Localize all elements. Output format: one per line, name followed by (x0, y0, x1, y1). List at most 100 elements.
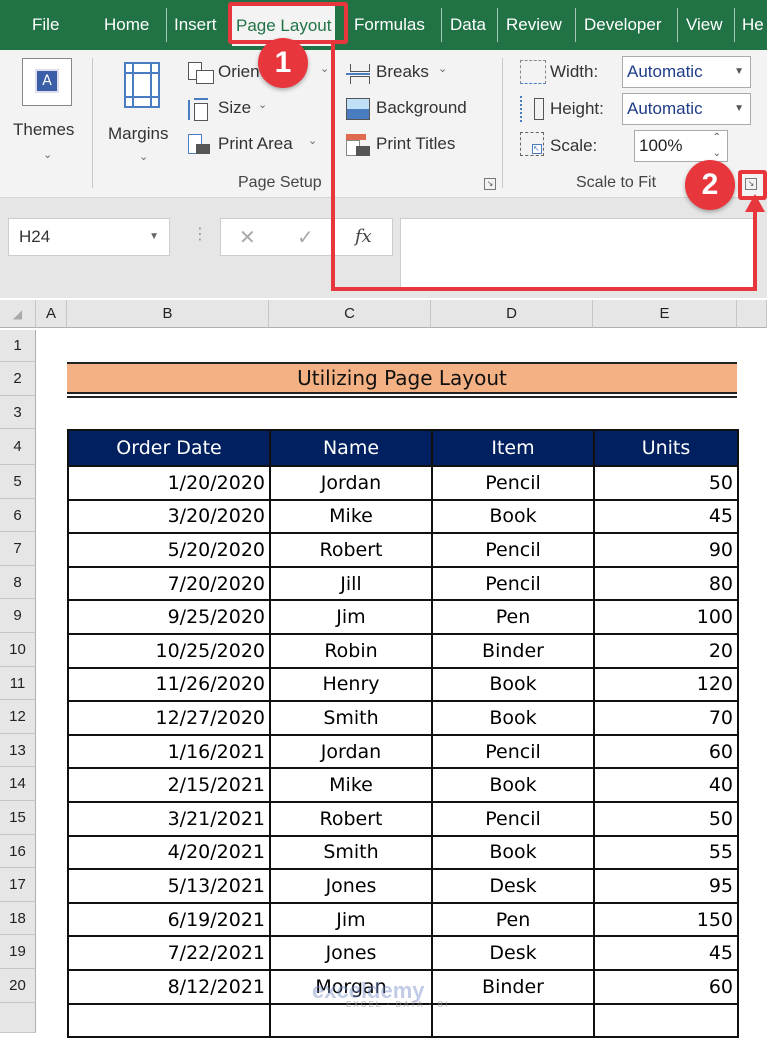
column-header-e[interactable]: E (593, 300, 737, 328)
cell-item[interactable]: Book (431, 700, 595, 736)
tab-data[interactable]: Data (450, 0, 486, 50)
row-header[interactable]: 8 (0, 565, 36, 600)
cell-order-date[interactable]: 11/26/2020 (67, 666, 271, 703)
row-header[interactable]: 14 (0, 767, 36, 801)
cell-units[interactable]: 120 (593, 666, 739, 703)
cell-order-date[interactable]: 6/19/2021 (67, 901, 271, 938)
cell-order-date[interactable]: 4/20/2021 (67, 834, 271, 871)
cell-name[interactable]: Smith (269, 700, 433, 736)
column-header-b[interactable]: B (67, 300, 269, 328)
header-name[interactable]: Name (269, 429, 433, 467)
cell-order-date[interactable]: 12/27/2020 (67, 700, 271, 736)
row-header[interactable]: 17 (0, 868, 36, 902)
cell-item[interactable]: Book (431, 767, 595, 803)
cell-units[interactable]: 60 (593, 968, 739, 1005)
cell-units[interactable]: 90 (593, 532, 739, 568)
tab-formulas[interactable]: Formulas (354, 0, 425, 50)
select-all-corner[interactable]: ◢ (0, 300, 36, 328)
enter-icon[interactable]: ✓ (297, 225, 314, 249)
empty-cell[interactable] (67, 1002, 271, 1038)
cell-name[interactable]: Jim (269, 901, 433, 938)
cell-order-date[interactable]: 10/25/2020 (67, 632, 271, 669)
cell-units[interactable]: 60 (593, 733, 739, 770)
cell-item[interactable]: Pencil (431, 800, 595, 837)
row-header[interactable] (0, 1002, 36, 1033)
cell-units[interactable]: 45 (593, 935, 739, 971)
tab-review[interactable]: Review (506, 0, 562, 50)
margins-button[interactable]: Margins ⌄ (104, 56, 182, 176)
cell-order-date[interactable]: 2/15/2021 (67, 767, 271, 803)
row-header[interactable]: 16 (0, 834, 36, 869)
cell-name[interactable]: Jones (269, 868, 433, 904)
cell-name[interactable]: Mike (269, 498, 433, 535)
cell-item[interactable]: Book (431, 498, 595, 535)
cell-item[interactable]: Binder (431, 632, 595, 669)
cell-item[interactable]: Pen (431, 901, 595, 938)
cell-units[interactable]: 95 (593, 868, 739, 904)
cell-units[interactable]: 45 (593, 498, 739, 535)
cell-name[interactable]: Jordan (269, 465, 433, 501)
cell-units[interactable]: 150 (593, 901, 739, 938)
cell-item[interactable]: Binder (431, 968, 595, 1005)
cell-item[interactable]: Desk (431, 868, 595, 904)
cell-name[interactable]: Robert (269, 532, 433, 568)
empty-cell[interactable] (431, 1002, 595, 1038)
row-header[interactable]: 5 (0, 465, 36, 499)
themes-button[interactable]: A Themes ⌄ (8, 56, 86, 176)
row-header[interactable]: 19 (0, 935, 36, 969)
cell-order-date[interactable]: 9/25/2020 (67, 599, 271, 635)
column-header-f[interactable] (737, 300, 767, 328)
row-header[interactable]: 13 (0, 733, 36, 768)
cell-order-date[interactable]: 7/20/2020 (67, 565, 271, 602)
cell-name[interactable]: Jill (269, 565, 433, 602)
breaks-button[interactable]: Breaks ⌄ (346, 60, 456, 88)
cell-name[interactable]: Smith (269, 834, 433, 871)
formula-input[interactable] (400, 218, 755, 290)
row-header[interactable]: 18 (0, 901, 36, 936)
row-header[interactable]: 1 (0, 330, 36, 362)
column-header-c[interactable]: C (269, 300, 431, 328)
cell-item[interactable]: Desk (431, 935, 595, 971)
row-header[interactable]: 20 (0, 969, 36, 1003)
print-area-button[interactable]: Print Area ⌄ (186, 132, 326, 160)
empty-cell[interactable] (593, 1002, 739, 1038)
cell-units[interactable]: 50 (593, 465, 739, 501)
cancel-icon[interactable]: ✕ (239, 225, 256, 249)
drag-handle-icon[interactable]: ⋮ (192, 224, 208, 243)
cell-units[interactable]: 40 (593, 767, 739, 803)
cell-name[interactable]: Jones (269, 935, 433, 971)
cell-order-date[interactable]: 7/22/2021 (67, 935, 271, 971)
cell-units[interactable]: 70 (593, 700, 739, 736)
cell-item[interactable]: Book (431, 666, 595, 703)
cell-name[interactable]: Jordan (269, 733, 433, 770)
cell-order-date[interactable]: 5/20/2020 (67, 532, 271, 568)
cell-order-date[interactable]: 3/21/2021 (67, 800, 271, 837)
row-header[interactable]: 3 (0, 396, 36, 429)
name-box[interactable]: H24 ▼ (8, 218, 170, 256)
size-button[interactable]: Size ⌄ (186, 96, 286, 124)
row-header[interactable]: 12 (0, 700, 36, 734)
cell-item[interactable]: Pen (431, 599, 595, 635)
cell-order-date[interactable]: 3/20/2020 (67, 498, 271, 535)
cell-item[interactable]: Pencil (431, 565, 595, 602)
cell-item[interactable]: Book (431, 834, 595, 871)
scale-spinner[interactable]: 100% ⌃ ⌄ (634, 130, 728, 162)
header-item[interactable]: Item (431, 429, 595, 467)
width-dropdown[interactable]: Automatic ▼ (622, 56, 751, 88)
row-header[interactable]: 4 (0, 429, 36, 465)
height-dropdown[interactable]: Automatic ▼ (622, 93, 751, 125)
cell-name[interactable]: Henry (269, 666, 433, 703)
column-header-a[interactable]: A (36, 300, 67, 328)
tab-home[interactable]: Home (104, 0, 149, 50)
tab-file[interactable]: File (32, 0, 59, 50)
cell-order-date[interactable]: 8/12/2021 (67, 968, 271, 1005)
cell-item[interactable]: Pencil (431, 733, 595, 770)
cell-name[interactable]: Robert (269, 800, 433, 837)
cell-item[interactable]: Pencil (431, 465, 595, 501)
tab-developer[interactable]: Developer (584, 0, 662, 50)
row-header[interactable]: 15 (0, 801, 36, 835)
insert-function-icon[interactable]: fx (355, 226, 372, 247)
header-order-date[interactable]: Order Date (67, 429, 271, 467)
row-header[interactable]: 10 (0, 633, 36, 667)
cell-units[interactable]: 50 (593, 800, 739, 837)
